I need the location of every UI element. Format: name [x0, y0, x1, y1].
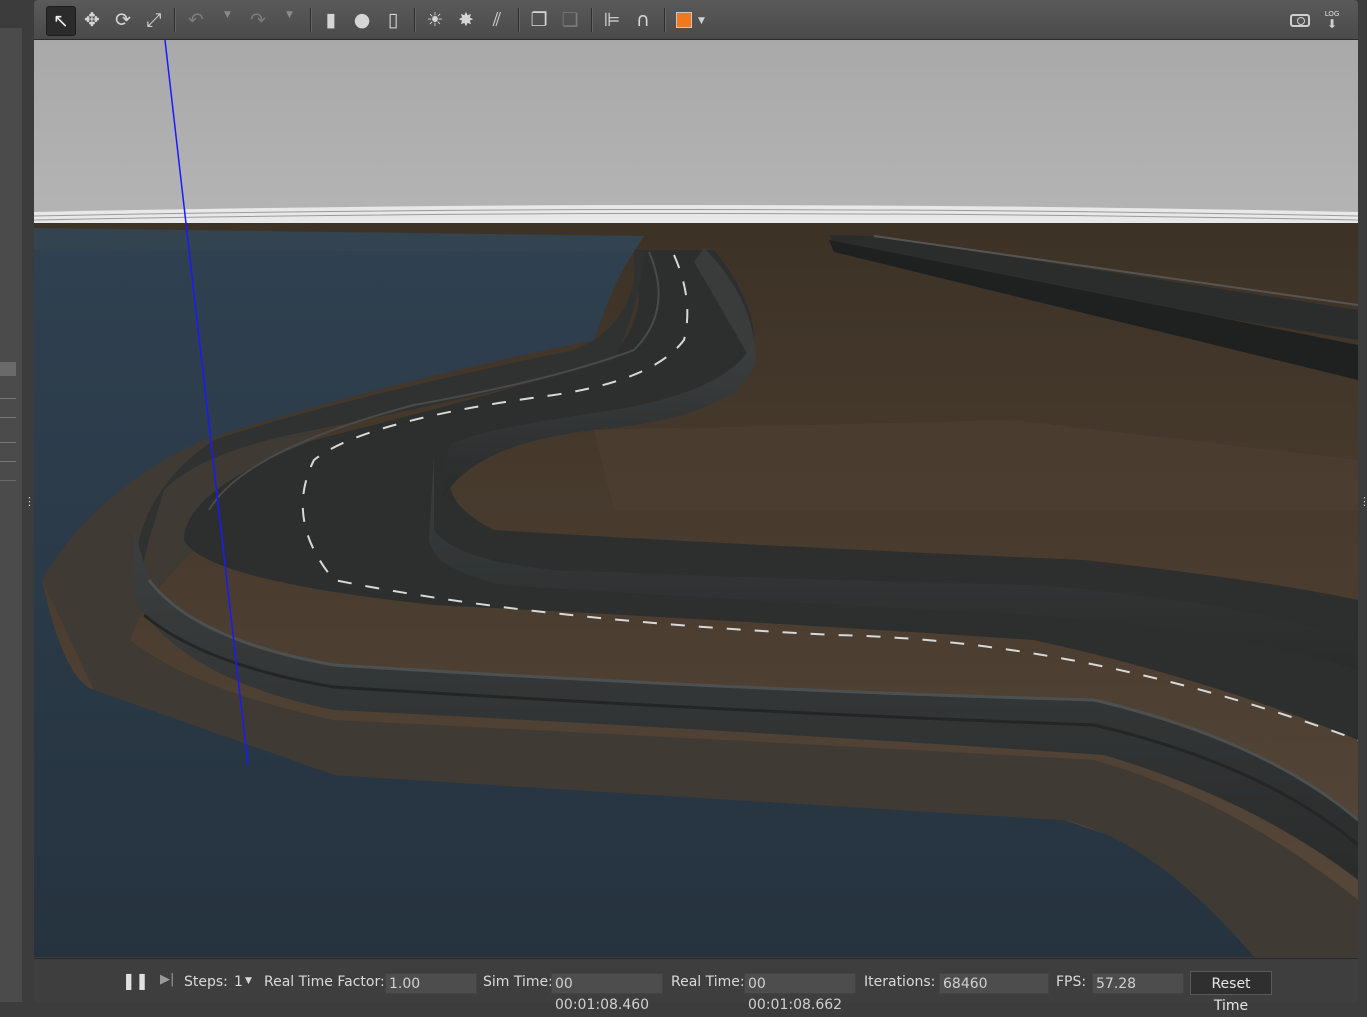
log-icon[interactable]: LOG ⬇	[1318, 6, 1346, 34]
sim-time-label: Sim Time:	[483, 974, 553, 990]
steps-value[interactable]: 1	[234, 974, 243, 990]
paste-icon[interactable]: ❏	[556, 6, 584, 34]
toolbar-separator	[591, 8, 593, 32]
steps-label: Steps:	[184, 974, 228, 990]
pause-icon[interactable]: ❚❚	[122, 971, 149, 990]
undo-dropdown-chevron-icon[interactable]: ▼	[224, 10, 231, 20]
simulation-status-bar: ❚❚ ▶| Steps: 1 ▼ Real Time Factor: 1.00 …	[34, 958, 1358, 1014]
left-side-panel	[0, 28, 23, 1002]
panel-divider	[0, 480, 16, 481]
rotate-mode-icon[interactable]: ⟳	[109, 6, 137, 34]
panel-tab-marker[interactable]	[0, 442, 16, 462]
fps-field: 57.28	[1092, 973, 1184, 994]
sphere-shape-icon[interactable]: ●	[348, 6, 376, 34]
real-time-field: 00 00:01:08.662	[744, 973, 856, 1013]
reset-time-button[interactable]: Reset Time	[1190, 971, 1272, 1014]
toolbar: ↖ ✥ ⟳ ⤢ ↶ ▼ ↷ ▼ ▮ ● ▯ ☀ ✸ ⫽ ❐ ❏ ⊫ ∩ ▼ LO…	[34, 0, 1358, 40]
point-light-icon[interactable]: ☀	[421, 6, 449, 34]
panel-tab-marker[interactable]	[0, 362, 16, 376]
left-splitter-handle[interactable]: ⋮	[22, 28, 35, 1002]
snap-magnet-icon[interactable]: ∩	[629, 6, 657, 34]
directional-light-icon[interactable]: ⫽	[483, 6, 511, 34]
view-angle-icon[interactable]	[670, 6, 698, 34]
toolbar-separator	[414, 8, 416, 32]
toolbar-separator	[518, 8, 520, 32]
redo-icon[interactable]: ↷	[244, 6, 272, 34]
right-splitter-handle[interactable]: ⋮	[1358, 28, 1367, 1002]
real-time-label: Real Time:	[671, 974, 745, 990]
toolbar-separator	[664, 8, 666, 32]
steps-chevron-down-icon[interactable]: ▼	[245, 976, 252, 986]
fps-label: FPS:	[1056, 974, 1087, 990]
translate-mode-icon[interactable]: ✥	[78, 6, 106, 34]
copy-icon[interactable]: ❐	[525, 6, 553, 34]
real-time-factor-label: Real Time Factor:	[264, 974, 385, 990]
undo-icon[interactable]: ↶	[182, 6, 210, 34]
scale-mode-icon[interactable]: ⤢	[140, 6, 168, 34]
sim-time-field: 00 00:01:08.460	[551, 973, 663, 1013]
box-shape-icon[interactable]: ▮	[317, 6, 345, 34]
cylinder-shape-icon[interactable]: ▯	[379, 6, 407, 34]
3d-viewport[interactable]	[34, 40, 1358, 957]
redo-dropdown-chevron-icon[interactable]: ▼	[286, 10, 293, 20]
sky	[34, 40, 1358, 220]
real-time-factor-field: 1.00	[385, 973, 477, 994]
screenshot-camera-icon[interactable]	[1286, 6, 1314, 34]
align-icon[interactable]: ⊫	[598, 6, 626, 34]
toolbar-separator	[310, 8, 312, 32]
iterations-field: 68460	[939, 973, 1049, 994]
step-icon[interactable]: ▶|	[160, 972, 174, 987]
iterations-label: Iterations:	[864, 974, 936, 990]
panel-tab-marker[interactable]	[0, 398, 16, 418]
select-mode-icon[interactable]: ↖	[46, 6, 76, 36]
spot-light-icon[interactable]: ✸	[452, 6, 480, 34]
view-angle-dropdown-chevron-icon[interactable]: ▼	[698, 16, 705, 26]
toolbar-separator	[174, 8, 176, 32]
